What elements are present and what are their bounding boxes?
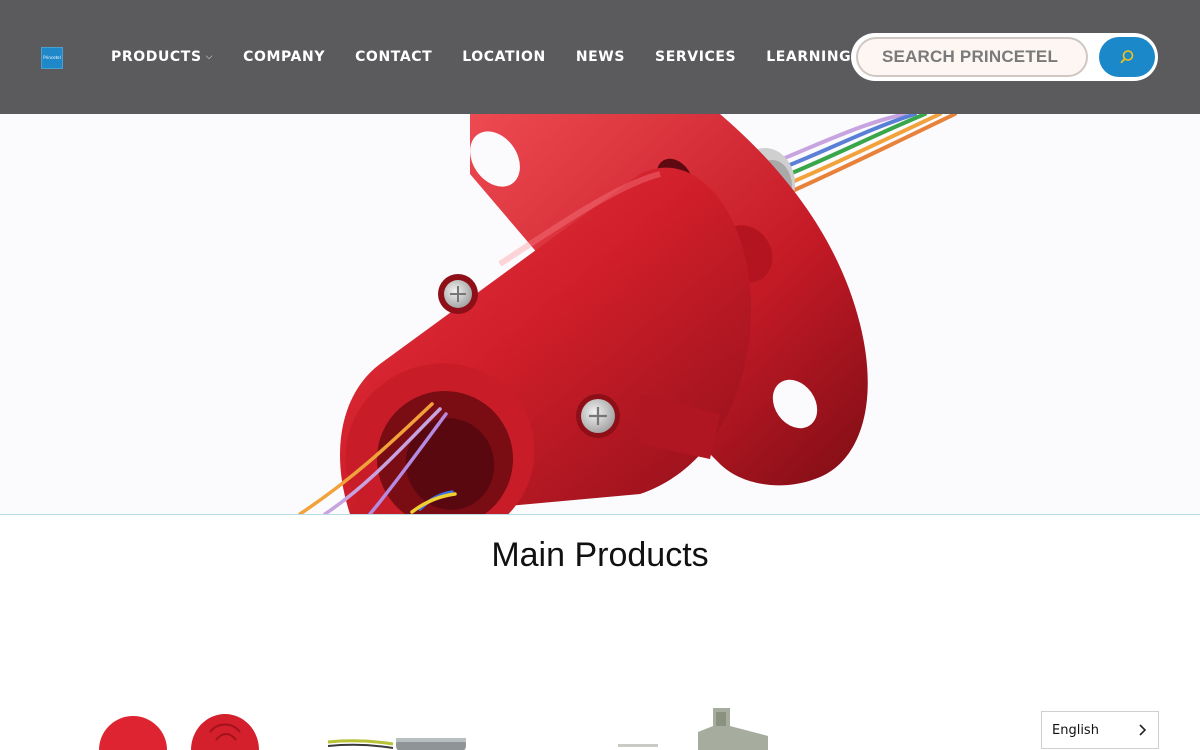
nav-products[interactable]: PRODUCTS ⌵: [111, 49, 213, 65]
main-products-title: Main Products: [491, 536, 709, 574]
search-input[interactable]: [856, 37, 1088, 77]
nav-services[interactable]: SERVICES: [655, 49, 736, 65]
red-disc-image: [99, 716, 167, 750]
language-label: English: [1052, 722, 1099, 738]
red-embossed-disc-image: [191, 714, 259, 750]
slip-ring-image: [298, 114, 957, 514]
search-button[interactable]: [1099, 37, 1155, 77]
hero-banner: [0, 114, 1200, 515]
product-thumb-3[interactable]: [328, 728, 468, 750]
main-nav: PRODUCTS ⌵ COMPANY CONTACT LOCATION NEWS…: [111, 48, 881, 66]
nav-news[interactable]: NEWS: [576, 49, 625, 65]
princetel-logo[interactable]: Princetel: [41, 47, 63, 69]
nav-contact[interactable]: CONTACT: [355, 49, 432, 65]
search-bar: [851, 33, 1158, 81]
chevron-down-icon: ⌵: [205, 52, 214, 62]
search-icon: [1120, 50, 1134, 64]
compact-slip-ring-image: [328, 738, 466, 750]
product-thumb-2[interactable]: [190, 712, 260, 750]
product-thumb-1[interactable]: [98, 714, 168, 750]
nav-company[interactable]: COMPANY: [243, 49, 325, 65]
flanged-slip-ring-image: [618, 708, 768, 750]
site-header: Princetel PRODUCTS ⌵ COMPANY CONTACT LOC…: [0, 0, 1200, 114]
nav-learning[interactable]: LEARNING: [766, 49, 851, 65]
chevron-right-icon: [1139, 724, 1147, 736]
product-thumb-4[interactable]: [618, 706, 778, 750]
language-selector[interactable]: English: [1041, 711, 1159, 749]
nav-location[interactable]: LOCATION: [462, 49, 546, 65]
